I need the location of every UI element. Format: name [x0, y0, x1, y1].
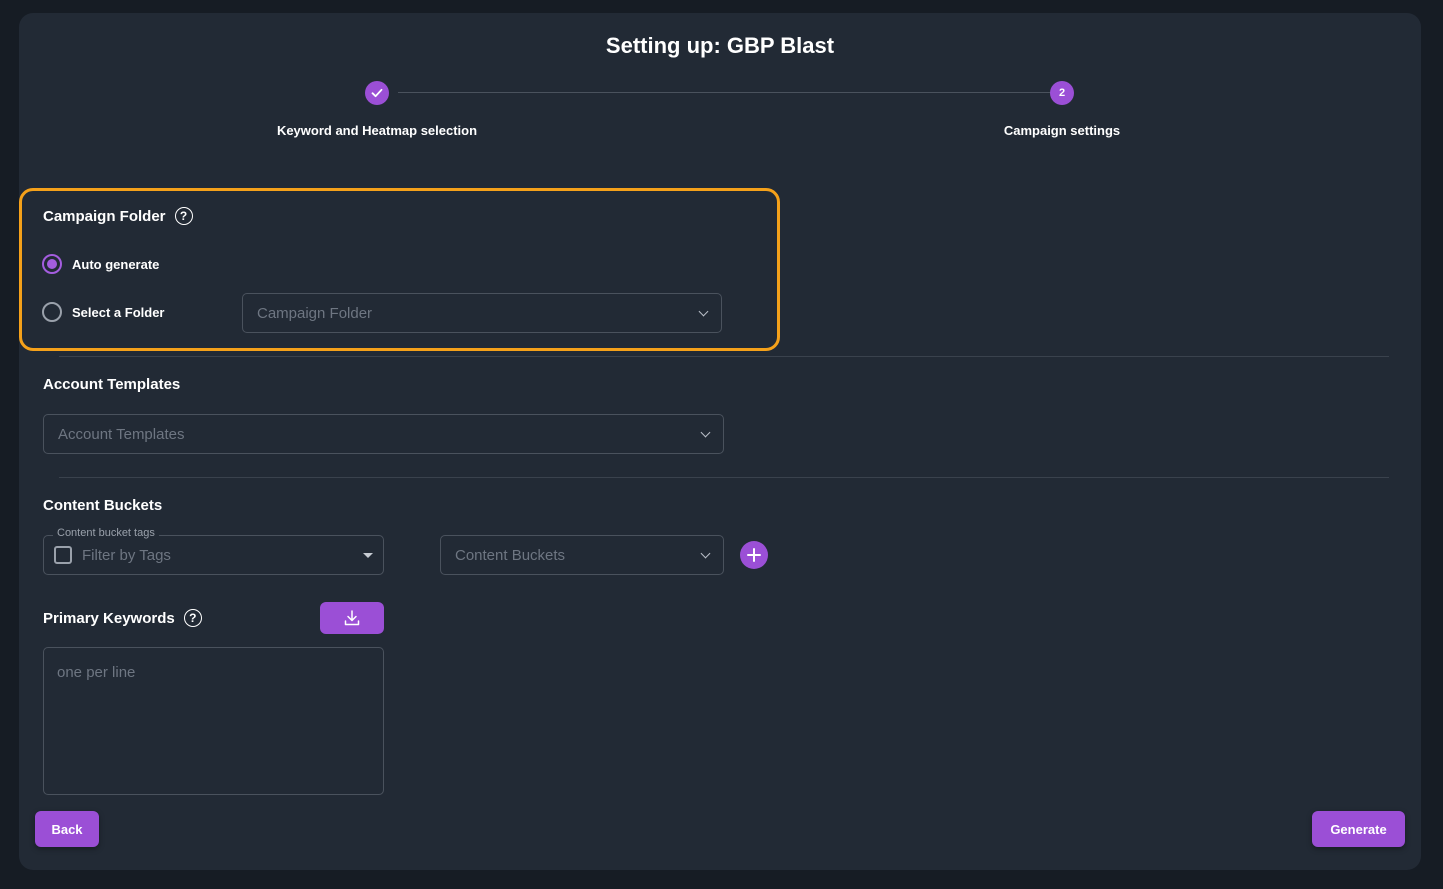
- primary-keywords-textarea[interactable]: one per line: [43, 647, 384, 795]
- chevron-down-icon: [700, 427, 711, 437]
- help-icon[interactable]: ?: [183, 609, 202, 627]
- step-1-indicator: [365, 81, 389, 105]
- account-templates-title: Account Templates: [43, 376, 181, 393]
- back-button[interactable]: Back: [35, 811, 99, 847]
- content-bucket-tags-legend: Content bucket tags: [53, 527, 159, 539]
- step-2-indicator: 2: [1050, 81, 1074, 105]
- generate-button[interactable]: Generate: [1312, 811, 1405, 847]
- download-icon: [344, 610, 360, 626]
- radio-auto-generate[interactable]: Auto generate: [42, 254, 159, 274]
- radio-button-checked[interactable]: [42, 254, 62, 274]
- step-2-label: Campaign settings: [1003, 123, 1121, 138]
- tags-checkbox[interactable]: [54, 546, 72, 564]
- step-1-label: Keyword and Heatmap selection: [276, 123, 478, 138]
- account-templates-select-placeholder: Account Templates: [58, 425, 185, 443]
- primary-keywords-heading: Primary Keywords ?: [43, 609, 202, 627]
- content-bucket-tags-field[interactable]: Filter by Tags: [43, 535, 384, 575]
- tags-filter-placeholder: Filter by Tags: [82, 546, 171, 564]
- campaign-folder-heading: Campaign Folder ?: [43, 207, 193, 225]
- chevron-down-icon: [698, 306, 709, 316]
- content-buckets-heading: Content Buckets: [43, 497, 162, 514]
- campaign-folder-select[interactable]: Campaign Folder: [242, 293, 722, 333]
- chevron-down-icon: [700, 548, 711, 558]
- content-buckets-title: Content Buckets: [43, 497, 163, 514]
- primary-keywords-placeholder: one per line: [57, 664, 136, 681]
- radio-label-auto-generate: Auto generate: [72, 256, 160, 272]
- radio-label-select-folder: Select a Folder: [72, 304, 165, 320]
- campaign-folder-title: Campaign Folder: [43, 207, 166, 225]
- account-templates-select[interactable]: Account Templates: [43, 414, 724, 454]
- caret-down-icon[interactable]: [363, 552, 373, 558]
- stepper-connector: [398, 92, 1062, 93]
- section-divider: [59, 356, 1389, 357]
- page-title: Setting up: GBP Blast: [605, 33, 835, 58]
- radio-select-folder[interactable]: Select a Folder: [42, 302, 164, 322]
- add-content-bucket-button[interactable]: [740, 541, 768, 569]
- primary-keywords-title: Primary Keywords: [43, 609, 175, 627]
- account-templates-heading: Account Templates: [43, 376, 180, 393]
- content-buckets-select-placeholder: Content Buckets: [455, 546, 566, 564]
- radio-button-unchecked[interactable]: [42, 302, 62, 322]
- download-keywords-button[interactable]: [320, 602, 384, 634]
- help-icon[interactable]: ?: [174, 207, 193, 225]
- campaign-setup-panel: Setting up: GBP Blast 2 Keyword and Heat…: [19, 13, 1421, 870]
- section-divider: [59, 477, 1389, 478]
- campaign-folder-select-placeholder: Campaign Folder: [257, 304, 373, 322]
- plus-icon: [747, 548, 761, 562]
- check-icon: [371, 88, 383, 98]
- content-buckets-select[interactable]: Content Buckets: [440, 535, 724, 575]
